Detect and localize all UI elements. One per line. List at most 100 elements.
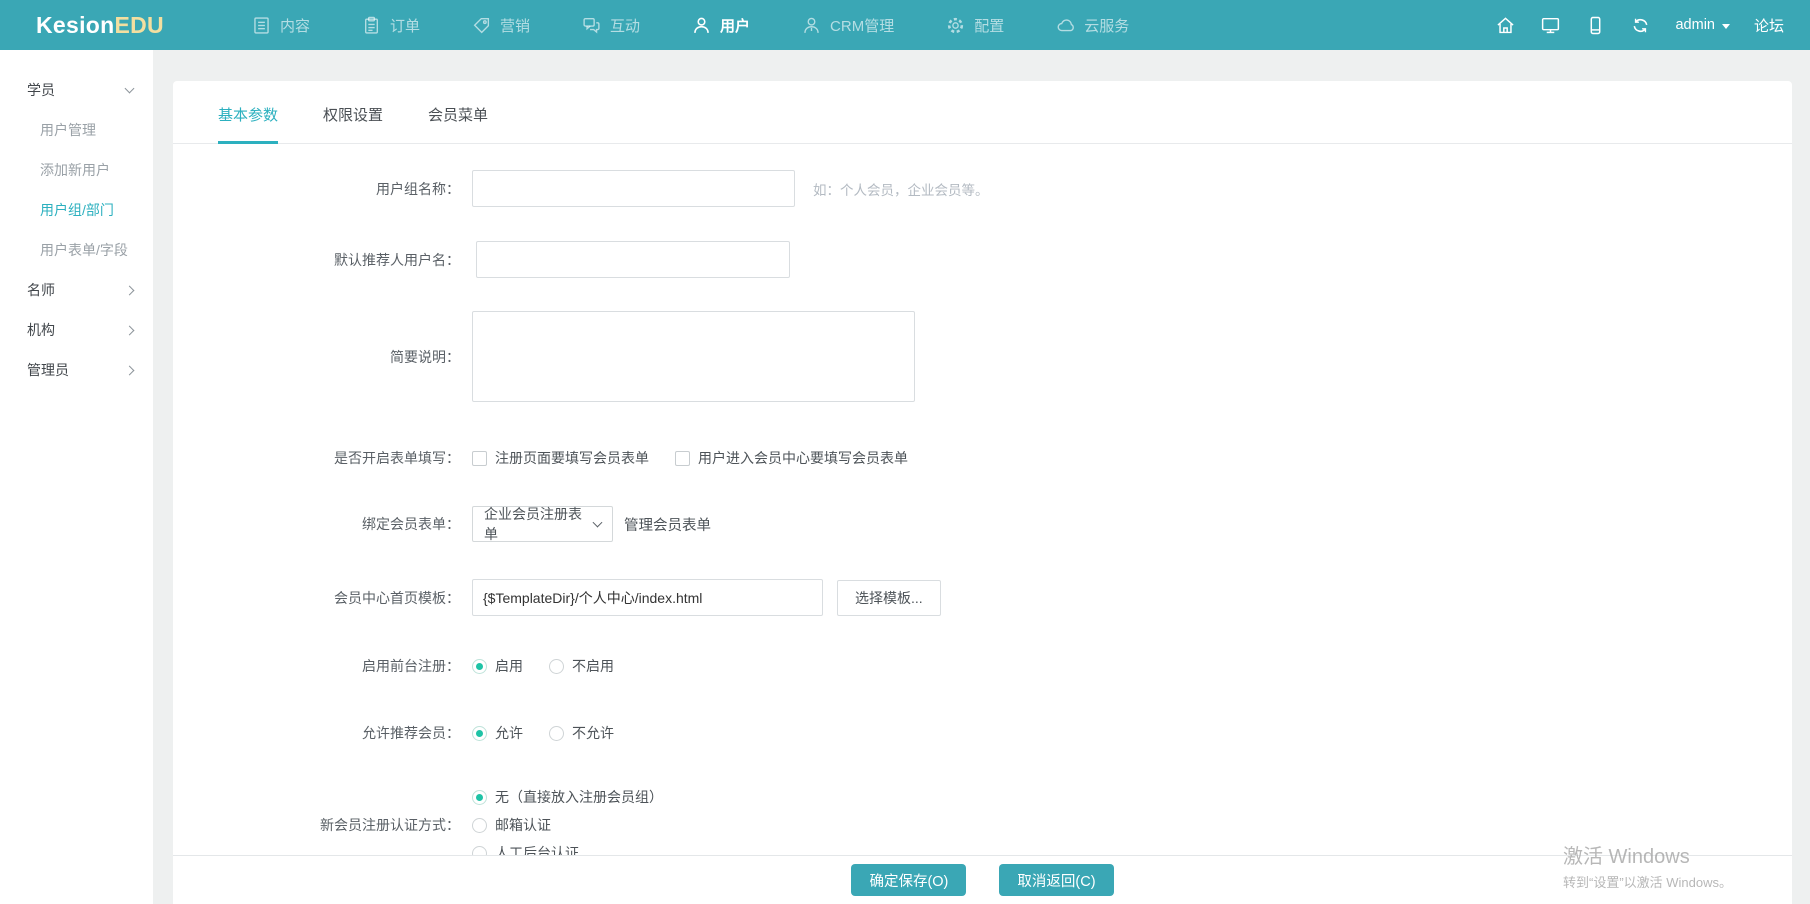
field-label: 允许推荐会员： — [362, 725, 460, 741]
radio-label: 允许 — [495, 725, 523, 741]
nav-item-label: 用户 — [720, 17, 751, 35]
save-button[interactable]: 确定保存(O) — [851, 864, 967, 896]
auth-email-radio[interactable] — [472, 817, 487, 833]
register-page-form-checkbox[interactable] — [472, 450, 487, 466]
field-label: 绑定会员表单： — [362, 516, 460, 532]
nav-item-interaction[interactable]: 互动 — [556, 0, 666, 50]
nav-item-content[interactable]: 内容 — [226, 0, 336, 50]
auth-none-radio[interactable] — [472, 789, 487, 805]
content-card: 基本参数 权限设置 会员菜单 用户组名称： 如：个人会员，企业会员等。 默认推荐… — [173, 81, 1792, 904]
member-form-select[interactable]: 企业会员注册表单 — [472, 506, 613, 542]
choose-template-button[interactable]: 选择模板... — [837, 579, 941, 616]
front-register-enable-radio[interactable] — [472, 658, 487, 674]
refresh-icon[interactable] — [1630, 15, 1651, 36]
description-textarea[interactable] — [472, 311, 915, 402]
nav-item-label: CRM管理 — [830, 17, 895, 35]
group-name-input[interactable] — [472, 170, 795, 207]
cloud-icon — [1056, 16, 1075, 35]
chevron-right-icon — [124, 325, 135, 335]
sidebar-item-add-user[interactable]: 添加新用户 — [0, 150, 153, 190]
app-logo[interactable]: KesionEDU — [36, 12, 164, 39]
form-row-allow-recommend: 允许推荐会员： 允许 不允许 — [173, 723, 1792, 743]
settings-form: 用户组名称： 如：个人会员，企业会员等。 默认推荐人用户名： 简要说明： 是否开… — [173, 144, 1792, 863]
field-label: 默认推荐人用户名： — [334, 251, 460, 268]
logo-text-primary: Kesion — [36, 11, 115, 38]
nav-item-orders[interactable]: 订单 — [336, 0, 446, 50]
form-row-group-name: 用户组名称： 如：个人会员，企业会员等。 — [173, 170, 1792, 207]
allow-recommend-yes-radio[interactable] — [472, 725, 487, 741]
nav-item-label: 营销 — [499, 17, 530, 35]
chevron-right-icon — [124, 365, 135, 375]
chevron-down-icon — [124, 83, 135, 94]
navbar-right: admin 论坛 — [1495, 15, 1784, 36]
front-register-disable-radio[interactable] — [549, 658, 564, 674]
sidebar-item-user-management[interactable]: 用户管理 — [0, 110, 153, 150]
radio-label: 启用 — [495, 658, 523, 674]
sidebar-group-organizations[interactable]: 机构 — [0, 310, 153, 350]
sidebar-item-label: 添加新用户 — [40, 162, 110, 178]
radio-label: 邮箱认证 — [495, 817, 551, 833]
field-label: 启用前台注册： — [362, 658, 460, 674]
nav-item-label: 内容 — [279, 17, 310, 35]
monitor-icon[interactable] — [1540, 15, 1561, 36]
nav-item-marketing[interactable]: 营销 — [446, 0, 556, 50]
sidebar-group-admins[interactable]: 管理员 — [0, 350, 153, 390]
admin-user-menu[interactable]: admin — [1675, 17, 1730, 33]
nav-item-label: 配置 — [974, 17, 1005, 35]
tab-basic-params[interactable]: 基本参数 — [218, 81, 279, 144]
forum-link[interactable]: 论坛 — [1754, 15, 1784, 36]
form-row-bind-form: 绑定会员表单： 企业会员注册表单 管理会员表单 — [173, 506, 1792, 542]
nav-item-cloud[interactable]: 云服务 — [1030, 0, 1155, 50]
auth-option-email: 邮箱认证 — [472, 815, 663, 835]
nav-item-settings[interactable]: 配置 — [920, 0, 1030, 50]
tab-permissions[interactable]: 权限设置 — [323, 81, 383, 143]
sidebar-group-label: 名师 — [27, 282, 55, 298]
referrer-input[interactable] — [476, 241, 790, 278]
form-row-form-fill: 是否开启表单填写： 注册页面要填写会员表单 用户进入会员中心要填写会员表单 — [173, 448, 1792, 468]
sidebar-group-label: 机构 — [27, 322, 55, 338]
radio-label: 不允许 — [572, 725, 614, 741]
top-navbar: KesionEDU 内容 订单 营销 互动 用户 CRM管理 配置 云服务 ad… — [0, 0, 1810, 50]
nav-item-crm[interactable]: CRM管理 — [776, 0, 920, 50]
field-label: 新会员注册认证方式： — [320, 817, 460, 833]
logo-text-secondary: EDU — [114, 11, 164, 38]
chevron-down-icon — [1721, 23, 1730, 29]
form-row-front-register: 启用前台注册： 启用 不启用 — [173, 656, 1792, 676]
tab-member-menu[interactable]: 会员菜单 — [428, 81, 488, 143]
admin-username: admin — [1675, 17, 1715, 33]
member-center-form-checkbox[interactable] — [675, 450, 690, 466]
radio-label: 无（直接放入注册会员组） — [495, 789, 663, 805]
form-row-home-template: 会员中心首页模板： 选择模板... — [173, 579, 1792, 616]
mobile-icon[interactable] — [1585, 15, 1606, 36]
sidebar-item-user-forms[interactable]: 用户表单/字段 — [0, 230, 153, 270]
main-menu: 内容 订单 营销 互动 用户 CRM管理 配置 云服务 — [226, 0, 1155, 50]
allow-recommend-no-radio[interactable] — [549, 725, 564, 741]
sidebar-group-label: 学员 — [27, 82, 55, 98]
radio-label: 不启用 — [572, 658, 614, 674]
document-icon — [252, 16, 271, 35]
gear-icon — [946, 16, 965, 35]
home-template-input[interactable] — [472, 579, 823, 616]
home-icon[interactable] — [1495, 15, 1516, 36]
sidebar-group-students[interactable]: 学员 — [0, 70, 153, 110]
nav-item-label: 云服务 — [1084, 17, 1130, 35]
tab-bar: 基本参数 权限设置 会员菜单 — [173, 81, 1792, 144]
field-label: 是否开启表单填写： — [334, 450, 460, 466]
form-row-referrer: 默认推荐人用户名： — [173, 241, 1792, 278]
field-label: 会员中心首页模板： — [334, 589, 460, 606]
sidebar-group-teachers[interactable]: 名师 — [0, 270, 153, 310]
clipboard-icon — [362, 16, 381, 35]
crm-user-icon — [802, 16, 821, 35]
nav-item-label: 订单 — [389, 17, 420, 35]
form-row-auth-method: 新会员注册认证方式： 无（直接放入注册会员组） 邮箱认证 人工后台认证 — [173, 787, 1792, 863]
nav-item-users[interactable]: 用户 — [666, 0, 776, 50]
field-label: 用户组名称： — [376, 180, 460, 197]
sidebar-item-label: 用户组/部门 — [40, 202, 114, 218]
cancel-button[interactable]: 取消返回(C) — [999, 864, 1114, 896]
tag-icon — [472, 16, 491, 35]
field-label: 简要说明： — [390, 348, 460, 365]
sidebar-item-user-groups[interactable]: 用户组/部门 — [0, 190, 153, 230]
form-footer: 确定保存(O) 取消返回(C) — [173, 855, 1792, 904]
manage-member-form-link[interactable]: 管理会员表单 — [624, 514, 711, 535]
checkbox-label: 注册页面要填写会员表单 — [495, 450, 649, 466]
